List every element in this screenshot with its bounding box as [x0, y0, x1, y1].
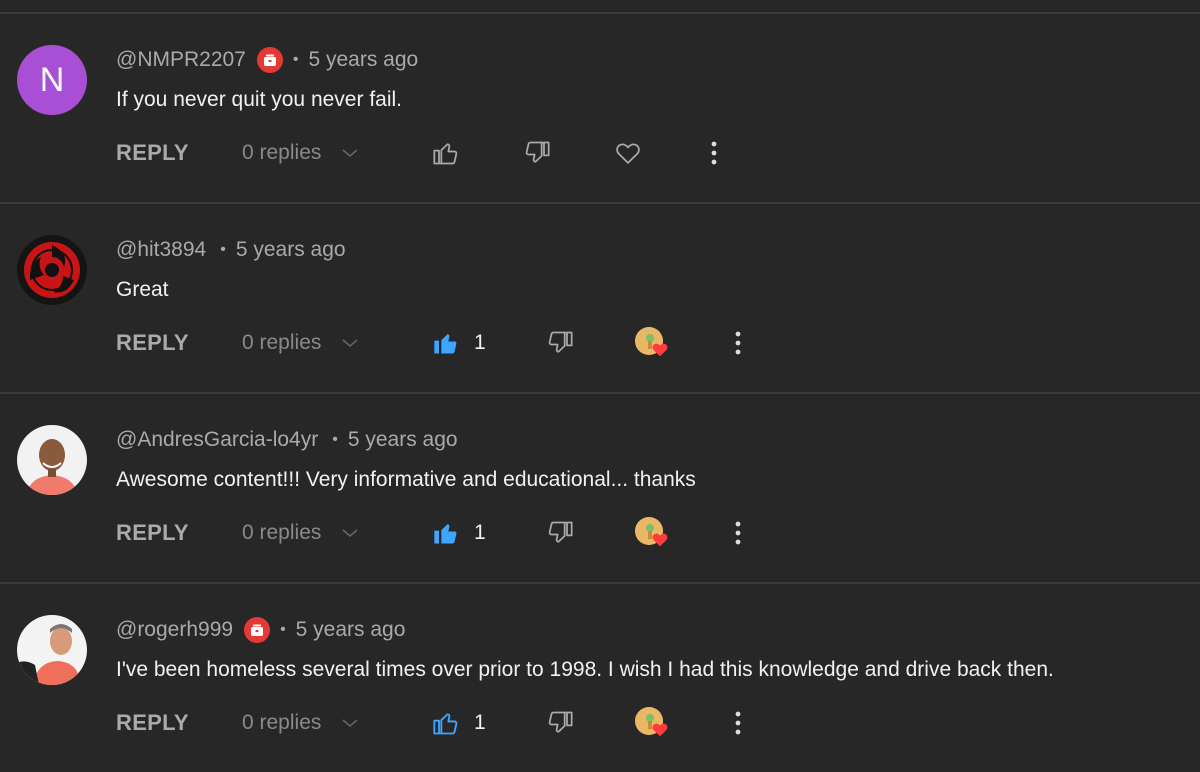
comment-time[interactable]: 5 years ago	[236, 238, 346, 262]
comment-actions: REPLY 0 replies 1	[116, 706, 1176, 740]
user-photo-avatar-icon	[17, 615, 87, 685]
reply-button[interactable]: REPLY	[116, 326, 189, 360]
comment-item: @hit3894 • 5 years ago Great REPLY 0 rep…	[0, 204, 1200, 394]
dislike-button[interactable]	[546, 516, 574, 550]
separator-dot: •	[220, 241, 226, 258]
replies-toggle[interactable]: 0 replies	[242, 136, 359, 170]
thumbs-down-icon	[548, 521, 573, 543]
thumbs-up-filled-icon	[434, 334, 457, 354]
more-options-button[interactable]	[710, 136, 718, 170]
avatar[interactable]: N	[17, 45, 87, 115]
thumbs-down-icon	[548, 711, 573, 733]
author-name[interactable]: @AndresGarcia-lo4yr	[116, 428, 318, 452]
heart-filled-icon	[652, 343, 668, 357]
author-name[interactable]: @NMPR2207	[116, 48, 246, 72]
like-count: 1	[474, 521, 486, 544]
like-count: 1	[474, 711, 486, 734]
reply-button[interactable]: REPLY	[116, 516, 189, 550]
chevron-down-icon	[342, 149, 358, 158]
more-vert-icon	[735, 521, 741, 545]
like-button[interactable]: 1	[432, 326, 486, 360]
comment-actions: REPLY 0 replies	[116, 136, 1176, 170]
replies-count: 0 replies	[242, 711, 322, 734]
replies-count: 0 replies	[242, 521, 322, 544]
replies-toggle[interactable]: 0 replies	[242, 706, 359, 740]
user-photo-avatar-icon	[17, 425, 87, 495]
dislike-button[interactable]	[523, 136, 551, 170]
dislike-button[interactable]	[546, 326, 574, 360]
chevron-down-icon	[342, 339, 358, 348]
avatar[interactable]	[17, 425, 87, 495]
badge-icon	[256, 47, 283, 73]
comment-text: Great	[116, 278, 169, 301]
separator-dot: •	[332, 431, 338, 448]
comment-time[interactable]: 5 years ago	[348, 428, 458, 452]
more-vert-icon	[735, 331, 741, 355]
heart-filled-icon	[652, 533, 668, 547]
comment-actions: REPLY 0 replies 1	[116, 326, 1176, 360]
creator-heart-badge	[635, 706, 671, 740]
more-vert-icon	[711, 141, 717, 165]
avatar-letter: N	[39, 60, 65, 99]
avatar[interactable]	[17, 615, 87, 685]
like-button[interactable]	[432, 136, 460, 170]
chevron-down-icon	[342, 529, 358, 538]
comment-list: N @NMPR2207 • 5 years ago If you never q…	[0, 0, 1200, 772]
replies-toggle[interactable]: 0 replies	[242, 516, 359, 550]
replies-count: 0 replies	[242, 141, 322, 164]
heart-button[interactable]	[613, 136, 643, 170]
comment-meta: @NMPR2207 • 5 years ago	[116, 46, 418, 74]
more-options-button[interactable]	[734, 706, 742, 740]
comment-item: N @NMPR2207 • 5 years ago If you never q…	[0, 14, 1200, 204]
thumbs-up-filled-icon	[434, 524, 457, 544]
replies-count: 0 replies	[242, 331, 322, 354]
like-count: 1	[474, 331, 486, 354]
author-name[interactable]: @hit3894	[116, 238, 206, 262]
creator-heart-badge	[635, 326, 671, 360]
reply-button[interactable]: REPLY	[116, 706, 189, 740]
thumbs-up-icon	[433, 143, 458, 165]
comment-meta: @rogerh999 • 5 years ago	[116, 616, 405, 644]
more-options-button[interactable]	[734, 516, 742, 550]
comment-item: @rogerh999 • 5 years ago I've been homel…	[0, 584, 1200, 772]
badge-icon	[244, 617, 271, 643]
like-button[interactable]: 1	[432, 706, 486, 740]
dislike-button[interactable]	[546, 706, 574, 740]
heart-filled-icon	[652, 723, 668, 737]
creator-heart-badge	[635, 516, 671, 550]
reply-button[interactable]: REPLY	[116, 136, 189, 170]
like-button[interactable]: 1	[432, 516, 486, 550]
more-options-button[interactable]	[734, 326, 742, 360]
comment-meta: @AndresGarcia-lo4yr • 5 years ago	[116, 426, 458, 454]
comment-item: @AndresGarcia-lo4yr • 5 years ago Awesom…	[0, 394, 1200, 584]
comment-text: I've been homeless several times over pr…	[116, 658, 1054, 681]
author-name[interactable]: @rogerh999	[116, 618, 233, 642]
separator-dot: •	[280, 621, 286, 638]
sharingan-avatar-icon	[17, 235, 87, 305]
comment-text: Awesome content!!! Very informative and …	[116, 468, 696, 491]
replies-toggle[interactable]: 0 replies	[242, 326, 359, 360]
comment-actions: REPLY 0 replies 1	[116, 516, 1176, 550]
comment-time[interactable]: 5 years ago	[296, 618, 406, 642]
thumbs-down-icon	[525, 141, 550, 163]
thumbs-up-icon	[433, 713, 458, 735]
comment-text: If you never quit you never fail.	[116, 88, 402, 111]
avatar[interactable]	[17, 235, 87, 305]
comment-time[interactable]: 5 years ago	[308, 48, 418, 72]
thumbs-down-icon	[548, 331, 573, 353]
separator-dot: •	[292, 51, 299, 68]
heart-outline-icon	[616, 143, 640, 164]
more-vert-icon	[735, 711, 741, 735]
comment-meta: @hit3894 • 5 years ago	[116, 236, 346, 264]
chevron-down-icon	[342, 719, 358, 728]
